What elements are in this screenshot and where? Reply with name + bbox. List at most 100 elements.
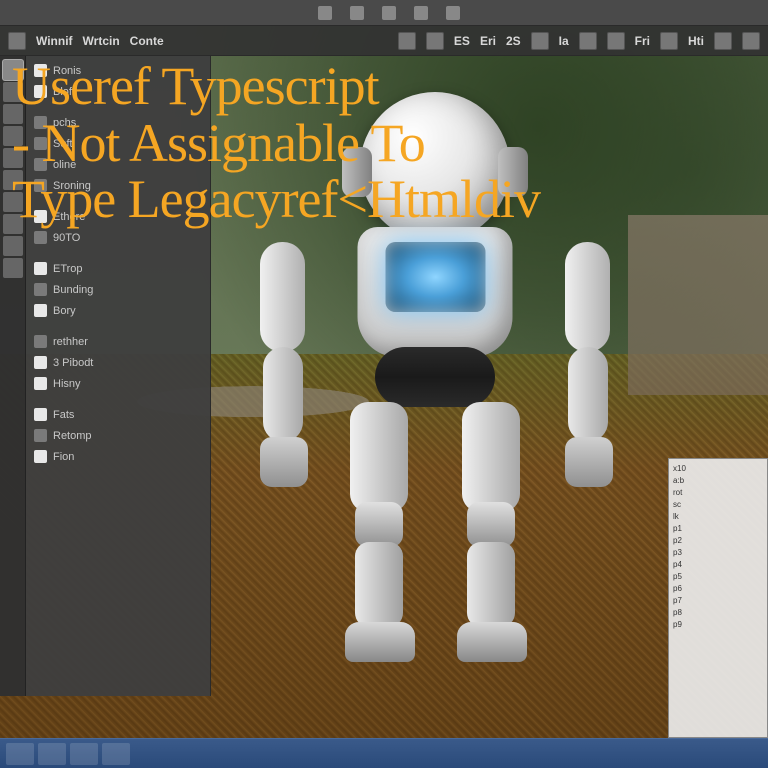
- panel-item-3[interactable]: Soft: [26, 133, 210, 154]
- panel-item-0[interactable]: Ronis: [26, 60, 210, 81]
- start-button[interactable]: [6, 743, 34, 765]
- toolbar-label-2[interactable]: ES: [454, 34, 470, 48]
- properties-line-0: x10: [673, 463, 763, 475]
- document-icon: [34, 304, 47, 317]
- panel-item-2[interactable]: pchs: [26, 112, 210, 133]
- cut-tool[interactable]: [3, 192, 23, 212]
- app-3[interactable]: [102, 743, 130, 765]
- properties-line-6: p2: [673, 535, 763, 547]
- toolbar-label-6[interactable]: Ia: [559, 34, 569, 48]
- move-icon[interactable]: [426, 32, 444, 50]
- toolbar-label-3[interactable]: Eri: [480, 34, 496, 48]
- robot-arm-left: [260, 242, 305, 472]
- document-icon: [34, 64, 47, 77]
- properties-line-9: p5: [673, 571, 763, 583]
- panel-item-10[interactable]: Bory: [26, 300, 210, 321]
- right-properties-panel[interactable]: x10a:brotsclkp1p2p3p4p5p6p7p8p9: [668, 458, 768, 738]
- pointer-tool[interactable]: [3, 60, 23, 80]
- edit-tool[interactable]: [3, 170, 23, 190]
- os-taskbar: [0, 738, 768, 768]
- snap-icon[interactable]: [318, 6, 332, 20]
- app-1[interactable]: [38, 743, 66, 765]
- link-icon: [446, 6, 460, 20]
- robot-model[interactable]: [265, 92, 605, 662]
- properties-line-4: lk: [673, 511, 763, 523]
- item-icon: [34, 231, 47, 244]
- axis-icon: [382, 6, 396, 20]
- properties-line-11: p7: [673, 595, 763, 607]
- properties-line-10: p6: [673, 583, 763, 595]
- properties-line-2: rot: [673, 487, 763, 499]
- robot-head: [360, 92, 510, 242]
- item-icon: [34, 116, 47, 129]
- move-tool[interactable]: [3, 82, 23, 102]
- item-icon: [34, 335, 47, 348]
- background-building: [628, 215, 768, 395]
- panel-item-13[interactable]: Hisny: [26, 373, 210, 394]
- panel-item-1[interactable]: Bloff: [26, 81, 210, 102]
- camera-icon[interactable]: [714, 32, 732, 50]
- panel-item-6[interactable]: Ethere: [26, 206, 210, 227]
- panel-item-label: Ronis: [53, 65, 81, 77]
- helper-icon[interactable]: [531, 32, 549, 50]
- panel-item-14[interactable]: Fats: [26, 404, 210, 425]
- panel-item-5[interactable]: Sroning: [26, 175, 210, 196]
- document-icon: [34, 377, 47, 390]
- document-icon: [34, 356, 47, 369]
- document-icon: [34, 210, 47, 223]
- header-tab-2[interactable]: Conte: [130, 34, 164, 48]
- light-icon[interactable]: [742, 32, 760, 50]
- panel-toggle-icon[interactable]: [8, 32, 26, 50]
- panel-item-label: Ethere: [53, 211, 85, 223]
- paint-tool[interactable]: [3, 214, 23, 234]
- panel-item-4[interactable]: oline: [26, 154, 210, 175]
- item-icon: [34, 137, 47, 150]
- tool-column: [0, 56, 26, 696]
- panel-item-label: Bory: [53, 305, 76, 317]
- select-icon[interactable]: [398, 32, 416, 50]
- toolbar-label-9[interactable]: Fri: [635, 34, 650, 48]
- panel-item-label: oline: [53, 159, 76, 171]
- toolbar-label-4[interactable]: 2S: [506, 34, 521, 48]
- properties-line-1: a:b: [673, 475, 763, 487]
- panel-item-16[interactable]: Fion: [26, 446, 210, 467]
- header-tab-1[interactable]: Wrtcin: [83, 34, 120, 48]
- box-tool[interactable]: [3, 148, 23, 168]
- gear-icon[interactable]: [660, 32, 678, 50]
- axis-icon[interactable]: [382, 6, 396, 20]
- grid-icon[interactable]: [350, 6, 364, 20]
- left-panel: Ronis Bloff pchs Soft oline Sroning Ethere 90TO…: [26, 56, 211, 696]
- snap-icon: [318, 6, 332, 20]
- header-tab-0[interactable]: Winnif: [36, 34, 73, 48]
- panel-item-11[interactable]: rethher: [26, 331, 210, 352]
- panel-item-8[interactable]: ETrop: [26, 258, 210, 279]
- measure-tool[interactable]: [3, 236, 23, 256]
- panel-item-label: pchs: [53, 117, 76, 129]
- rotate-tool[interactable]: [3, 104, 23, 124]
- toolbar-label-11[interactable]: Hti: [688, 34, 704, 48]
- panel-item-15[interactable]: Retomp: [26, 425, 210, 446]
- properties-line-3: sc: [673, 499, 763, 511]
- panel-item-12[interactable]: 3 Pibodt: [26, 352, 210, 373]
- snap-tool[interactable]: [3, 258, 23, 278]
- panel-item-9[interactable]: Bunding: [26, 279, 210, 300]
- robot-waist: [375, 347, 495, 407]
- panel-item-label: ETrop: [53, 263, 83, 275]
- robot-chest-screen: [385, 242, 485, 312]
- magnet-icon[interactable]: [414, 6, 428, 20]
- document-icon: [34, 85, 47, 98]
- item-icon: [34, 429, 47, 442]
- scale-tool[interactable]: [3, 126, 23, 146]
- panel-item-label: Soft: [53, 138, 73, 150]
- panel-item-label: Fion: [53, 451, 74, 463]
- grid-icon: [350, 6, 364, 20]
- panel-item-label: 3 Pibodt: [53, 357, 93, 369]
- sphere-icon[interactable]: [607, 32, 625, 50]
- document-icon: [34, 450, 47, 463]
- cube-icon[interactable]: [579, 32, 597, 50]
- panel-item-7[interactable]: 90TO: [26, 227, 210, 248]
- properties-line-7: p3: [673, 547, 763, 559]
- app-2[interactable]: [70, 743, 98, 765]
- properties-line-5: p1: [673, 523, 763, 535]
- link-icon[interactable]: [446, 6, 460, 20]
